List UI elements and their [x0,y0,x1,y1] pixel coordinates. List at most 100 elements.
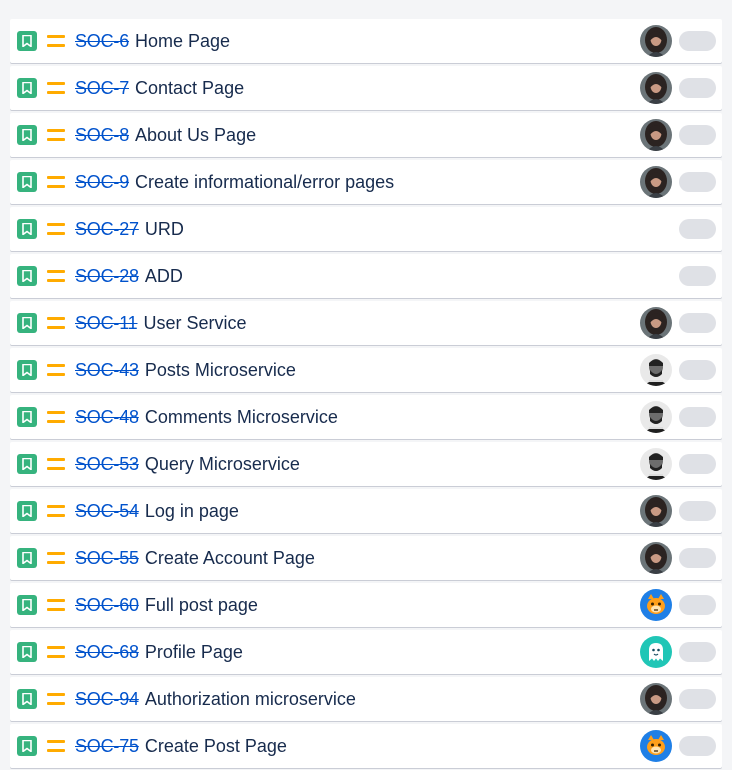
priority-medium-icon [47,176,65,188]
assignee-avatar-woman[interactable] [640,542,672,574]
story-bookmark-icon [17,454,37,474]
priority-medium-icon [47,35,65,47]
issue-key-link[interactable]: SOC-54 [75,501,139,522]
issue-key-link[interactable]: SOC-43 [75,360,139,381]
assignee-avatar-cat[interactable] [640,730,672,762]
issue-key-link[interactable]: SOC-75 [75,736,139,757]
priority-medium-icon [47,599,65,611]
story-points-pill[interactable] [679,548,716,568]
issue-summary: Authorization microservice [144,688,356,709]
issue-key-link[interactable]: SOC-53 [75,454,139,475]
priority-medium-icon [47,82,65,94]
issue-summary: Home Page [135,30,231,51]
issue-key-link[interactable]: SOC-94 [75,689,139,710]
story-points-pill[interactable] [679,266,716,286]
issue-row-soc-6[interactable]: SOC-6 Home Page [10,19,722,63]
story-points-pill[interactable] [679,125,716,145]
assignee-avatar-man[interactable] [640,354,672,386]
issue-key-link[interactable]: SOC-9 [75,172,129,193]
assignee-avatar-woman[interactable] [640,166,672,198]
priority-medium-icon [47,364,65,376]
story-bookmark-icon [17,360,37,380]
issue-row-meta [640,489,716,533]
story-points-pill[interactable] [679,407,716,427]
issue-row-soc-28[interactable]: SOC-28 ADD [10,254,722,298]
issue-row-soc-7[interactable]: SOC-7 Contact Page [10,66,722,110]
issue-row-soc-94[interactable]: SOC-94 Authorization microservice [10,677,722,721]
issue-key-link[interactable]: SOC-8 [75,125,129,146]
issue-row-soc-27[interactable]: SOC-27 URD [10,207,722,251]
issue-summary: ADD [144,265,183,286]
issue-row-soc-43[interactable]: SOC-43 Posts Microservice [10,348,722,392]
issue-key-link[interactable]: SOC-27 [75,219,139,240]
story-points-pill[interactable] [679,219,716,239]
assignee-avatar-woman[interactable] [640,72,672,104]
assignee-avatar-man[interactable] [640,448,672,480]
story-bookmark-icon [17,736,37,756]
story-points-pill[interactable] [679,595,716,615]
assignee-avatar-woman[interactable] [640,119,672,151]
story-bookmark-icon [17,501,37,521]
priority-medium-icon [47,740,65,752]
issue-key-link[interactable]: SOC-28 [75,266,139,287]
story-bookmark-icon [17,31,37,51]
issue-row-soc-9[interactable]: SOC-9 Create informational/error pages [10,160,722,204]
issue-row-soc-53[interactable]: SOC-53 Query Microservice [10,442,722,486]
priority-medium-icon [47,411,65,423]
issue-row-soc-48[interactable]: SOC-48 Comments Microservice [10,395,722,439]
assignee-avatar-woman[interactable] [640,307,672,339]
issue-row-soc-54[interactable]: SOC-54 Log in page [10,489,722,533]
story-points-pill[interactable] [679,78,716,98]
story-points-pill[interactable] [679,736,716,756]
issue-row-meta [640,630,716,674]
story-bookmark-icon [17,219,37,239]
story-points-pill[interactable] [679,172,716,192]
story-points-pill[interactable] [679,689,716,709]
story-points-pill[interactable] [679,454,716,474]
issue-key-link[interactable]: SOC-48 [75,407,139,428]
priority-medium-icon [47,129,65,141]
story-points-pill[interactable] [679,313,716,333]
issue-key-link[interactable]: SOC-7 [75,78,129,99]
issue-summary: Full post page [144,594,258,615]
issue-row-meta [640,724,716,768]
assignee-avatar-cat[interactable] [640,589,672,621]
issue-key-link[interactable]: SOC-11 [75,313,138,334]
assignee-avatar-woman[interactable] [640,495,672,527]
issue-row-soc-68[interactable]: SOC-68 Profile Page [10,630,722,674]
story-points-pill[interactable] [679,501,716,521]
assignee-avatar-man[interactable] [640,401,672,433]
issue-summary: Profile Page [144,641,243,662]
story-points-pill[interactable] [679,360,716,380]
issue-row-soc-75[interactable]: SOC-75 Create Post Page [10,724,722,768]
assignee-avatar-woman[interactable] [640,25,672,57]
story-bookmark-icon [17,689,37,709]
issue-row-meta [640,207,716,251]
story-points-pill[interactable] [679,642,716,662]
issue-row-meta [640,254,716,298]
story-bookmark-icon [17,595,37,615]
story-points-pill[interactable] [679,31,716,51]
issue-row-soc-8[interactable]: SOC-8 About Us Page [10,113,722,157]
issue-key-link[interactable]: SOC-55 [75,548,139,569]
issue-row-meta [640,301,716,345]
issue-row-meta [640,677,716,721]
assignee-avatar-woman[interactable] [640,683,672,715]
issue-row-soc-55[interactable]: SOC-55 Create Account Page [10,536,722,580]
priority-medium-icon [47,270,65,282]
issue-row-meta [640,583,716,627]
priority-medium-icon [47,458,65,470]
assignee-avatar-ghost[interactable] [640,636,672,668]
story-bookmark-icon [17,125,37,145]
issue-summary: Query Microservice [144,453,300,474]
issue-summary: Create Account Page [144,547,315,568]
issue-key-link[interactable]: SOC-60 [75,595,139,616]
issue-row-soc-11[interactable]: SOC-11 User Service [10,301,722,345]
issue-key-link[interactable]: SOC-6 [75,31,129,52]
issue-summary: Contact Page [135,77,245,98]
issue-row-soc-60[interactable]: SOC-60 Full post page [10,583,722,627]
issue-key-link[interactable]: SOC-68 [75,642,139,663]
issue-row-meta [640,113,716,157]
issue-row-meta [640,348,716,392]
story-bookmark-icon [17,407,37,427]
